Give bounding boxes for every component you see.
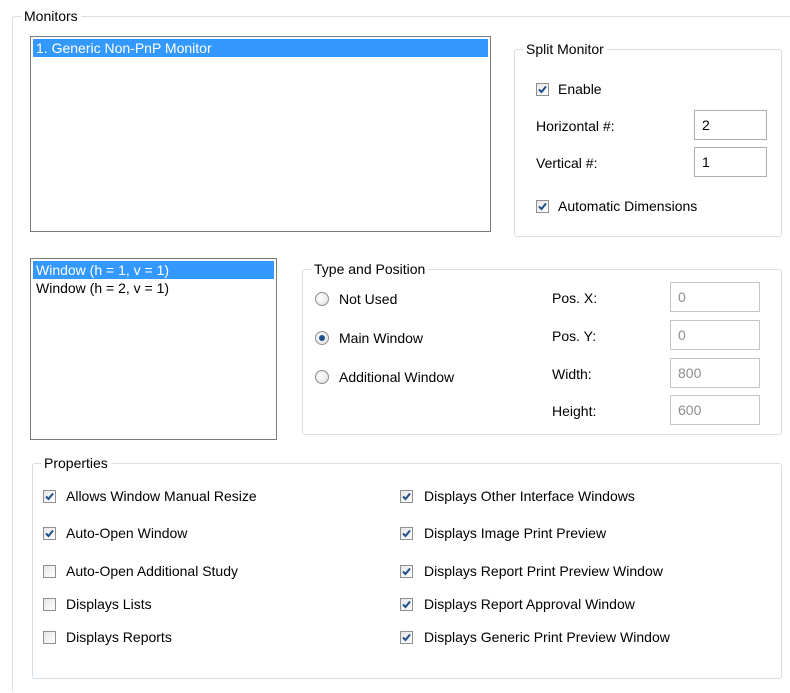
auto-open-additional-study-label: Auto-Open Additional Study [66,563,239,579]
split-monitor-title: Split Monitor [523,40,607,58]
displays-reports-checkbox[interactable] [43,631,56,644]
displays-generic-print-preview-window-checkbox[interactable] [400,631,413,644]
horizontal-input[interactable]: 2 [694,110,767,140]
main-window-radio[interactable] [315,331,329,345]
window-list[interactable]: Window (h = 1, v = 1) Window (h = 2, v =… [30,258,277,440]
displays-image-print-preview-checkbox[interactable] [400,527,413,540]
check-mark-icon [402,567,411,576]
displays-report-print-preview-window-label: Displays Report Print Preview Window [424,563,663,579]
height-input[interactable]: 600 [670,395,760,425]
allows-window-manual-resize-label: Allows Window Manual Resize [66,488,257,504]
pos-y-input[interactable]: 0 [670,320,760,350]
automatic-dimensions-checkbox[interactable] [536,200,549,213]
displays-other-interface-windows-checkbox[interactable] [400,490,413,503]
automatic-dimensions-label: Automatic Dimensions [558,198,698,214]
displays-report-print-preview-window-checkbox[interactable] [400,565,413,578]
check-mark-icon [45,492,54,501]
check-mark-icon [402,600,411,609]
check-mark-icon [538,85,547,94]
vertical-input[interactable]: 1 [694,147,767,177]
type-position-title: Type and Position [311,260,429,278]
window-list-item[interactable]: Window (h = 1, v = 1) [33,261,274,279]
properties-title: Properties [41,454,111,472]
vertical-label: Vertical #: [536,155,598,171]
auto-open-window-label: Auto-Open Window [66,525,188,541]
check-mark-icon [402,633,411,642]
check-mark-icon [538,202,547,211]
monitors-group-title: Monitors [21,7,81,25]
displays-report-approval-window-label: Displays Report Approval Window [424,596,635,612]
additional-window-label: Additional Window [339,369,455,385]
main-window-label: Main Window [339,330,424,346]
window-list-item[interactable]: Window (h = 2, v = 1) [33,279,274,297]
pos-y-label: Pos. Y: [552,328,597,344]
enable-split-checkbox[interactable] [536,83,549,96]
auto-open-additional-study-checkbox[interactable] [43,565,56,578]
monitor-list[interactable]: 1. Generic Non-PnP Monitor [30,36,491,232]
pos-x-input[interactable]: 0 [670,282,760,312]
displays-lists-checkbox[interactable] [43,598,56,611]
horizontal-label: Horizontal #: [536,118,615,134]
check-mark-icon [45,529,54,538]
displays-other-interface-windows-label: Displays Other Interface Windows [424,488,635,504]
displays-image-print-preview-label: Displays Image Print Preview [424,525,607,541]
displays-report-approval-window-checkbox[interactable] [400,598,413,611]
width-input[interactable]: 800 [670,358,760,388]
enable-split-label: Enable [558,81,602,97]
not-used-label: Not Used [339,291,398,307]
not-used-radio[interactable] [315,292,329,306]
displays-reports-label: Displays Reports [66,629,172,645]
displays-lists-label: Displays Lists [66,596,152,612]
check-mark-icon [402,492,411,501]
height-label: Height: [552,403,597,419]
width-label: Width: [552,366,592,382]
allows-window-manual-resize-checkbox[interactable] [43,490,56,503]
auto-open-window-checkbox[interactable] [43,527,56,540]
check-mark-icon [402,529,411,538]
pos-x-label: Pos. X: [552,290,598,306]
additional-window-radio[interactable] [315,370,329,384]
displays-generic-print-preview-window-label: Displays Generic Print Preview Window [424,629,670,645]
monitor-list-item[interactable]: 1. Generic Non-PnP Monitor [33,39,488,57]
